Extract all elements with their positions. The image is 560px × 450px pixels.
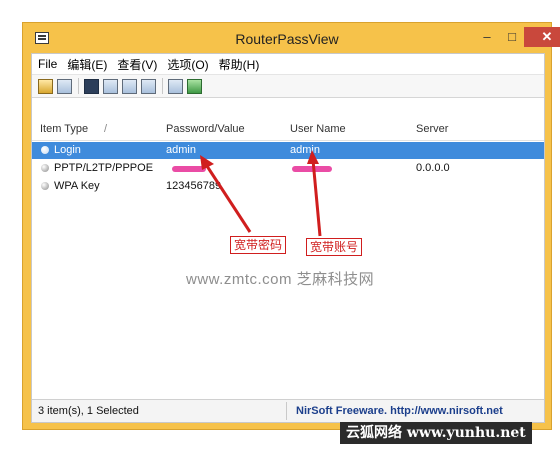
item-type: Login	[54, 144, 81, 156]
list-item[interactable]: WPA Key 123456789	[32, 178, 544, 195]
close-button[interactable]: ✕	[524, 27, 560, 47]
menu-view[interactable]: 查看(V)	[117, 56, 157, 73]
site-badge: 云狐网络 www.yunhu.net	[340, 422, 532, 444]
sort-indicator: /	[104, 123, 108, 135]
menu-bar: File 编辑(E) 查看(V) 选项(O) 帮助(H)	[32, 54, 544, 74]
maximize-button[interactable]: □	[500, 27, 524, 47]
status-item-count: 3 item(s), 1 Selected	[38, 405, 139, 417]
menu-file[interactable]: File	[38, 57, 57, 71]
watermark-text: www.zmtc.com 芝麻科技网	[186, 271, 375, 288]
copy-all-icon[interactable]	[122, 78, 137, 94]
toolbar-separator	[162, 78, 163, 94]
refresh-icon[interactable]	[57, 78, 72, 94]
list-header: Item Type / Password/Value User Name Ser…	[32, 118, 544, 141]
item-password: 123456789	[166, 180, 222, 192]
list-item[interactable]: Login admin admin	[32, 142, 544, 159]
column-header-item-type[interactable]: Item Type	[40, 123, 88, 135]
copy-icon[interactable]	[103, 78, 118, 94]
toolbar	[32, 74, 544, 98]
item-type: PPTP/L2TP/PPPOE	[54, 162, 154, 174]
app-window: RouterPassView – □ ✕ File 编辑(E) 查看(V) 选项…	[22, 22, 560, 430]
minimize-button[interactable]: –	[475, 27, 499, 47]
window-title: RouterPassView	[235, 31, 339, 47]
save-icon[interactable]	[84, 78, 99, 94]
find-icon[interactable]	[168, 78, 183, 94]
list-item[interactable]: PPTP/L2TP/PPPOE 0.0.0.0	[32, 160, 544, 177]
password-redaction	[172, 166, 206, 172]
menu-options[interactable]: 选项(O)	[167, 56, 208, 73]
status-divider	[286, 402, 287, 420]
password-list[interactable]: Item Type / Password/Value User Name Ser…	[32, 118, 544, 400]
status-bar: 3 item(s), 1 Selected NirSoft Freeware. …	[32, 399, 544, 422]
client-area: File 编辑(E) 查看(V) 选项(O) 帮助(H) Item Type /…	[31, 53, 545, 423]
username-redaction	[292, 166, 332, 172]
username-annotation-label: 宽带账号	[306, 238, 363, 256]
item-status-icon	[41, 164, 49, 172]
item-user-name: admin	[290, 144, 320, 156]
column-header-password[interactable]: Password/Value	[166, 123, 245, 135]
item-type: WPA Key	[54, 180, 100, 192]
item-status-icon	[41, 182, 49, 190]
item-status-icon	[41, 146, 49, 154]
menu-edit[interactable]: 编辑(E)	[67, 56, 107, 73]
column-header-user-name[interactable]: User Name	[290, 123, 346, 135]
item-server: 0.0.0.0	[416, 162, 450, 174]
title-bar[interactable]: RouterPassView – □ ✕	[23, 23, 560, 55]
open-file-icon[interactable]	[38, 78, 53, 94]
column-header-server[interactable]: Server	[416, 123, 448, 135]
nirsoft-link[interactable]: NirSoft Freeware. http://www.nirsoft.net	[296, 405, 503, 417]
password-annotation-label: 宽带密码	[230, 236, 287, 254]
exit-icon[interactable]	[187, 78, 202, 94]
menu-help[interactable]: 帮助(H)	[219, 56, 260, 73]
item-password: admin	[166, 144, 196, 156]
toolbar-separator	[78, 78, 79, 94]
properties-icon[interactable]	[141, 78, 156, 94]
